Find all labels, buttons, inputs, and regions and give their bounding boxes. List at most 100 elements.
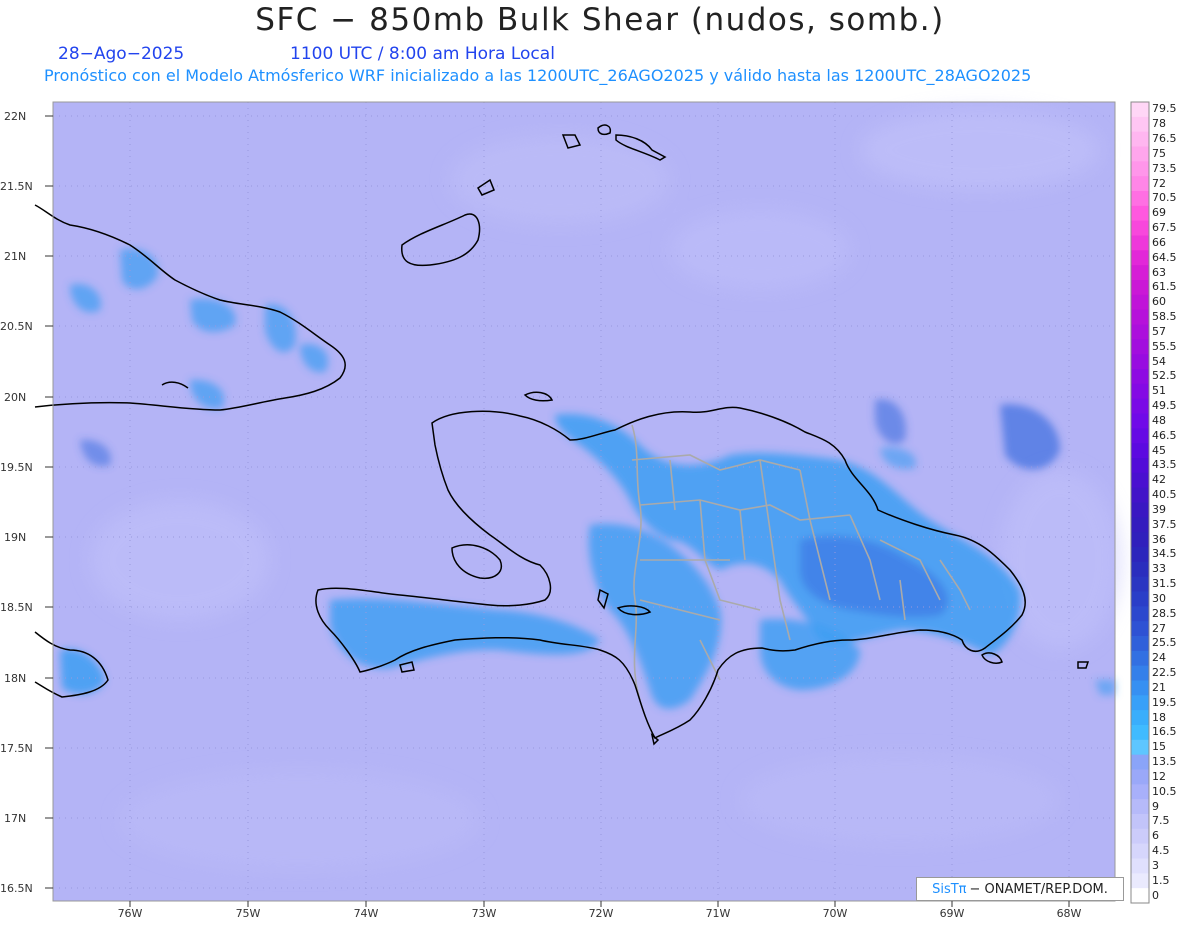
lat-label: 21.5N [0,180,33,193]
colorbar-label: 4.5 [1152,844,1170,858]
colorbar-label: 28.5 [1152,606,1177,620]
colorbar-swatch [1131,576,1149,592]
colorbar-swatch [1131,739,1149,756]
colorbar-swatch [1131,265,1149,281]
colorbar-swatch [1131,636,1149,652]
colorbar-swatch [1131,176,1149,192]
colorbar-label: 54 [1152,354,1166,368]
colorbar-swatch [1131,606,1149,622]
lat-label: 18.5N [0,601,33,614]
lon-label: 75W [236,907,261,920]
colorbar-swatch [1131,131,1149,147]
colorbar-label: 75 [1152,146,1166,160]
lon-label: 73W [472,907,497,920]
colorbar-label: 36 [1152,532,1166,546]
colorbar-label: 49.5 [1152,399,1177,413]
colorbar-label: 73.5 [1152,161,1177,175]
colorbar-label: 76.5 [1152,132,1177,146]
colorbar-label: 12 [1152,769,1166,783]
colorbar-swatch [1131,294,1149,311]
colorbar-label: 66 [1152,235,1166,249]
colorbar-swatch [1131,205,1149,222]
colorbar-swatch [1131,695,1149,711]
colorbar [1131,102,1149,904]
colorbar-label: 43.5 [1152,458,1177,472]
colorbar-swatch [1131,725,1149,741]
lat-label: 20N [4,391,26,404]
colorbar-swatch [1131,369,1149,385]
colorbar-swatch [1131,354,1149,370]
colorbar-label: 25.5 [1152,636,1177,650]
colorbar-swatch [1131,784,1149,800]
colorbar-label: 57 [1152,324,1166,338]
lat-label: 16.5N [0,882,33,895]
colorbar-label: 52.5 [1152,369,1177,383]
lon-labels: 76W 75W 74W 73W 72W 71W 70W 69W 68W [118,907,1082,920]
colorbar-label: 64.5 [1152,250,1177,264]
colorbar-swatch [1131,517,1149,533]
lon-label: 74W [354,907,379,920]
colorbar-label: 60 [1152,295,1166,309]
colorbar-swatch [1131,502,1149,518]
shear-map: 22N 21.5N 21N 20.5N 20N 19.5N 19N 18.5N … [0,101,1150,920]
forecast-time: 1100 UTC / 8:00 am Hora Local [290,44,555,64]
colorbar-label: 70.5 [1152,191,1177,205]
colorbar-swatch [1131,413,1149,429]
colorbar-label: 10.5 [1152,784,1177,798]
colorbar-swatch [1131,116,1149,133]
colorbar-swatch [1131,458,1149,474]
colorbar-label: 39 [1152,502,1166,516]
colorbar-swatch [1131,280,1149,296]
lon-label: 71W [706,907,731,920]
lat-label: 21N [4,250,26,263]
colorbar-label: 48 [1152,413,1166,427]
colorbar-label: 72 [1152,176,1166,190]
colorbar-label: 30 [1152,591,1166,605]
colorbar-label: 3 [1152,858,1159,872]
colorbar-label: 46.5 [1152,428,1177,442]
lon-label: 68W [1057,907,1082,920]
colorbar-label: 79.5 [1152,102,1177,116]
colorbar-label: 78 [1152,117,1166,131]
colorbar-swatch [1131,443,1149,459]
colorbar-swatch [1131,814,1149,830]
colorbar-label: 69 [1152,206,1166,220]
forecast-subtitle: Pronóstico con el Modelo Atmósferico WRF… [44,66,1032,85]
colorbar-swatch [1131,828,1149,845]
page-title: SFC − 850mb Bulk Shear (nudos, somb.) [255,2,945,38]
colorbar-label: 40.5 [1152,488,1177,502]
colorbar-swatch [1131,235,1149,251]
colorbar-swatch [1131,398,1149,414]
colorbar-label: 67.5 [1152,221,1177,235]
colorbar-label: 6 [1152,829,1159,843]
sistpi-logo-text: SisTπ [932,881,967,897]
lat-label: 19N [4,531,26,544]
colorbar-swatch [1131,621,1149,637]
colorbar-label: 7.5 [1152,814,1170,828]
colorbar-swatch [1131,769,1149,785]
colorbar-label: 51 [1152,384,1166,398]
colorbar-swatch [1131,250,1149,266]
colorbar-swatch [1131,146,1149,162]
lon-label: 70W [823,907,848,920]
lat-ticks [45,115,53,889]
forecast-date: 28−Ago−2025 [58,44,185,64]
colorbar-swatch [1131,309,1149,325]
colorbar-swatch [1131,487,1149,503]
colorbar-label: 21 [1152,680,1166,694]
colorbar-swatch [1131,799,1149,815]
colorbar-swatch [1131,324,1149,340]
lat-label: 22N [4,110,26,123]
colorbar-label: 63 [1152,265,1166,279]
colorbar-label: 42 [1152,473,1166,487]
colorbar-label: 31.5 [1152,577,1177,591]
colorbar-label: 34.5 [1152,547,1177,561]
colorbar-label: 58.5 [1152,310,1177,324]
colorbar-swatch [1131,650,1149,667]
colorbar-label: 33 [1152,562,1166,576]
colorbar-swatch [1131,843,1149,859]
colorbar-label: 37.5 [1152,517,1177,531]
lat-label: 20.5N [0,320,33,333]
lat-labels: 22N 21.5N 21N 20.5N 20N 19.5N 19N 18.5N … [0,110,33,895]
colorbar-swatch [1131,102,1149,118]
